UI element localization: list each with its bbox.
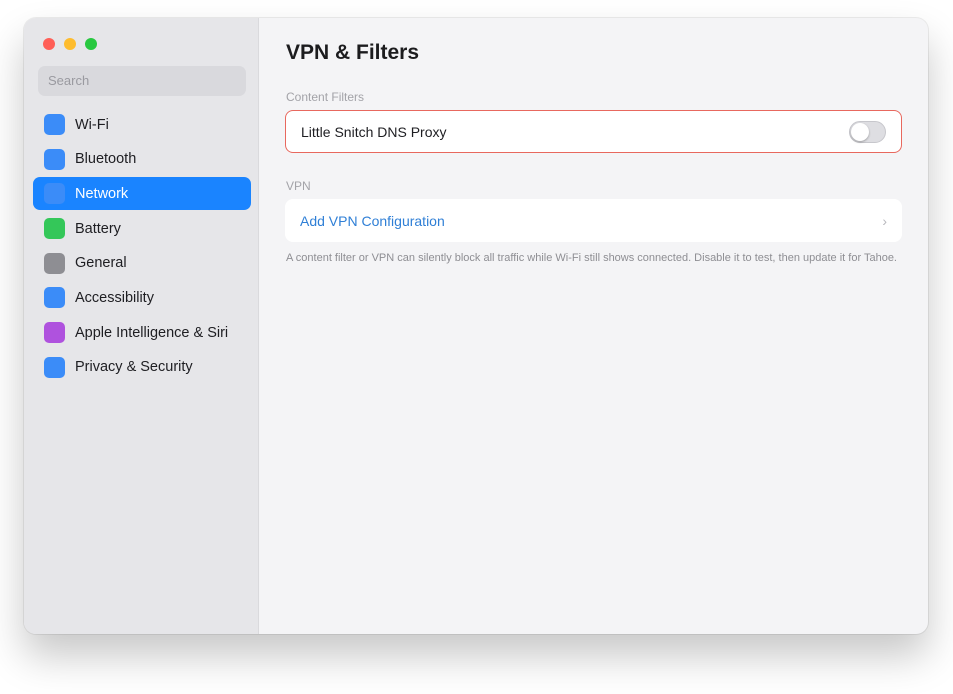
add-vpn-configuration-label: Add VPN Configuration — [300, 212, 445, 229]
battery-icon — [44, 218, 65, 240]
sidebar-item-label: Privacy & Security — [75, 359, 193, 376]
privacy-icon — [44, 356, 65, 378]
sidebar-item-label: Network — [75, 185, 129, 202]
footnote: A content filter or VPN can silently blo… — [286, 252, 897, 264]
content-filter-label: Little Snitch DNS Proxy — [301, 123, 447, 140]
bluetooth-icon — [44, 148, 65, 170]
sidebar: Search Wi-Fi Bluetooth Network Battery Gener… — [24, 18, 259, 634]
sidebar-item-label: Apple Intelligence & Siri — [75, 324, 229, 341]
sidebar-item-bluetooth[interactable]: Bluetooth — [33, 143, 251, 176]
gear-icon — [44, 252, 65, 274]
sidebar-item-privacy-security[interactable]: Privacy & Security — [33, 351, 251, 384]
traffic-lights — [43, 38, 97, 50]
zoom-button[interactable] — [85, 38, 97, 50]
close-button[interactable] — [43, 38, 55, 50]
sidebar-item-apple-intelligence-siri[interactable]: Apple Intelligence & Siri — [33, 316, 251, 349]
add-vpn-configuration-row[interactable]: Add VPN Configuration › — [285, 199, 902, 242]
sidebar-item-label: Bluetooth — [75, 151, 137, 168]
sidebar-item-label: General — [75, 255, 127, 272]
minimize-button[interactable] — [64, 38, 76, 50]
siri-icon — [44, 322, 65, 344]
sidebar-item-label: Wi-Fi — [75, 116, 109, 133]
network-icon — [44, 183, 65, 205]
sidebar-item-battery[interactable]: Battery — [33, 212, 251, 245]
sidebar-item-network[interactable]: Network — [33, 177, 251, 211]
vpn-section-label: VPN — [286, 179, 311, 193]
page-title: VPN & Filters — [286, 41, 420, 64]
sidebar-item-label: Accessibility — [75, 289, 154, 306]
sidebar-item-wi-fi[interactable]: Wi-Fi — [33, 108, 251, 141]
settings-window: Search Wi-Fi Bluetooth Network Battery Gener… — [24, 18, 928, 634]
sidebar-item-label: Battery — [75, 220, 121, 237]
sidebar-nav: Wi-Fi Bluetooth Network Battery General Acces… — [33, 108, 251, 386]
sidebar-item-general[interactable]: General — [33, 247, 251, 280]
wifi-icon — [44, 114, 65, 135]
toggle-knob — [851, 122, 869, 141]
accessibility-icon — [44, 287, 65, 309]
content-filter-toggle[interactable] — [849, 120, 886, 143]
sidebar-item-accessibility[interactable]: Accessibility — [33, 281, 251, 314]
chevron-right-icon: › — [882, 212, 887, 229]
search-input[interactable]: Search — [38, 66, 246, 96]
main-content: VPN & Filters Content Filters Little Sni… — [259, 18, 928, 634]
content-filter-row: Little Snitch DNS Proxy — [285, 110, 902, 153]
content-filters-section-label: Content Filters — [286, 90, 365, 104]
